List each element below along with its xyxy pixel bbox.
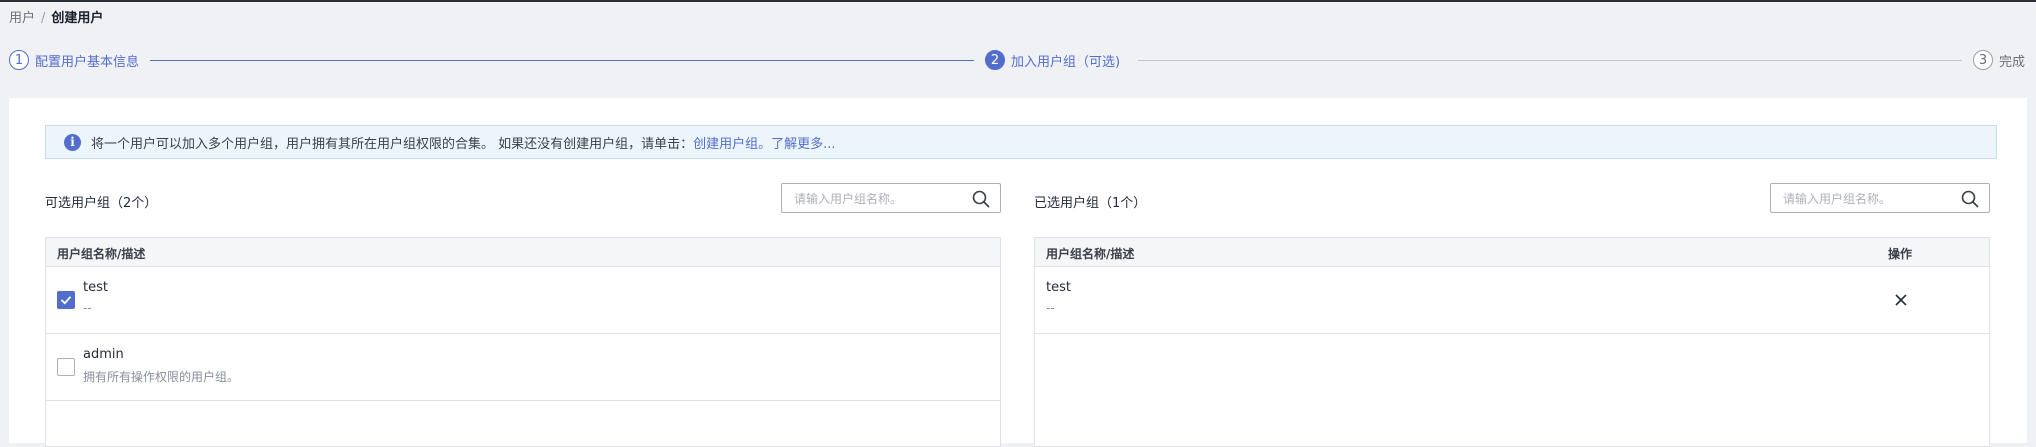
selected-groups-title: 已选用户组（1个） — [1034, 196, 1147, 211]
step-add-groups[interactable]: 2 加入用户组（可选) — [985, 50, 1120, 70]
column-header-name-desc: 用户组名称/描述 — [57, 247, 146, 261]
step-1-number: 1 — [9, 50, 29, 70]
step-3-label: 完成 — [1999, 54, 2026, 70]
step-2-label: 加入用户组（可选) — [1011, 54, 1121, 70]
row-checkbox-test[interactable] — [57, 291, 75, 309]
column-header-action: 操作 — [1888, 247, 1913, 261]
alert-text: 将一个用户可以加入多个用户组，用户拥有其所在用户组权限的合集。 如果还没有创建用… — [91, 136, 694, 152]
content-card: i 将一个用户可以加入多个用户组，用户拥有其所在用户组权限的合集。 如果还没有创… — [9, 98, 2027, 447]
table-row[interactable]: admin 拥有所有操作权限的用户组。 — [46, 334, 1000, 401]
selected-search-input[interactable] — [1781, 184, 1955, 214]
breadcrumb: 用户 / 创建用户 — [9, 7, 103, 26]
row-checkbox-admin[interactable] — [57, 358, 75, 376]
group-description: -- — [1046, 301, 1055, 315]
remove-close-icon[interactable] — [1892, 291, 1910, 309]
group-name: admin — [83, 347, 124, 362]
breadcrumb-parent-link[interactable]: 用户 — [9, 11, 35, 26]
group-name: test — [83, 280, 108, 295]
step-3-number: 3 — [1973, 50, 1993, 70]
column-header-name-desc: 用户组名称/描述 — [1046, 247, 1135, 261]
window-top-border — [0, 0, 2036, 2]
step-basic-info[interactable]: 1 配置用户基本信息 — [9, 50, 139, 70]
step-connector-1 — [150, 60, 974, 61]
available-groups-title: 可选用户组（2个） — [45, 196, 158, 211]
search-icon[interactable] — [1961, 190, 1979, 208]
learn-more-link[interactable]: 了解更多... — [771, 133, 835, 152]
group-description: -- — [83, 301, 92, 315]
step-connector-2 — [1138, 60, 1962, 61]
available-table-header: 用户组名称/描述 — [46, 238, 1000, 267]
selected-search-box[interactable] — [1770, 183, 1990, 214]
step-1-label: 配置用户基本信息 — [35, 54, 140, 70]
available-search-box[interactable] — [781, 183, 1001, 214]
available-search-input[interactable] — [792, 184, 966, 214]
breadcrumb-separator: / — [41, 11, 46, 26]
breadcrumb-current: 创建用户 — [51, 11, 104, 26]
checkmark-icon — [60, 296, 72, 305]
group-description: 拥有所有操作权限的用户组。 — [83, 370, 240, 384]
available-groups-table: 用户组名称/描述 test -- admin 拥有所有操作权限的用户组。 — [45, 237, 1001, 447]
step-2-number: 2 — [985, 50, 1005, 70]
info-icon: i — [64, 133, 81, 151]
create-group-link[interactable]: 创建用户组。 — [693, 133, 771, 152]
search-icon[interactable] — [972, 190, 990, 208]
info-alert: i 将一个用户可以加入多个用户组，用户拥有其所在用户组权限的合集。 如果还没有创… — [45, 125, 1997, 159]
step-complete: 3 完成 — [1973, 50, 2025, 70]
selected-groups-table: 用户组名称/描述 操作 test -- — [1034, 237, 1990, 447]
table-row[interactable]: test -- — [46, 267, 1000, 334]
selected-table-header: 用户组名称/描述 操作 — [1035, 238, 1989, 267]
group-name: test — [1046, 280, 1071, 295]
table-row: test -- — [1035, 267, 1989, 334]
